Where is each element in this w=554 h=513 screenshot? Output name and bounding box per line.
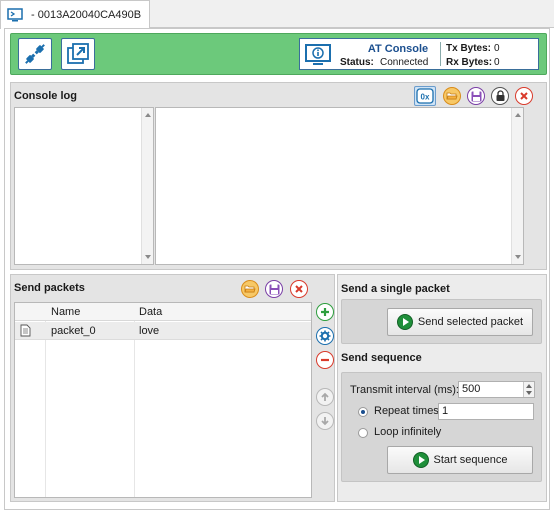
send-selected-packet-label: Send selected packet <box>417 316 524 328</box>
status-label: Status: <box>340 57 374 68</box>
send-sequence-box: Transmit interval (ms): 500 Repeat times… <box>341 372 542 482</box>
close-icon <box>520 92 528 100</box>
detach-window-icon <box>67 43 89 64</box>
packets-table[interactable]: Name Data packet_0 love <box>14 302 312 498</box>
transmit-interval-input[interactable]: 500 <box>458 381 535 398</box>
spin-up-icon <box>526 384 532 388</box>
scroll-down-arrow[interactable] <box>515 255 521 259</box>
load-log-button[interactable] <box>443 87 461 105</box>
ascii-pane-scrollbar[interactable] <box>141 108 153 264</box>
repeat-times-value: 1 <box>442 405 449 417</box>
table-row[interactable]: packet_0 love <box>15 322 311 340</box>
packet-data-cell: love <box>139 325 160 337</box>
single-packet-title: Send a single packet <box>341 283 450 295</box>
console-log-ascii-pane[interactable] <box>14 107 154 265</box>
loop-infinitely-label: Loop infinitely <box>374 426 442 438</box>
tab-bar: - 0013A20040CA490B <box>0 0 554 29</box>
load-packets-button[interactable] <box>241 280 259 298</box>
rx-bytes-label: Rx Bytes: <box>446 57 493 68</box>
interval-spinner[interactable] <box>523 382 534 397</box>
hex-pane-scrollbar[interactable] <box>511 108 523 264</box>
scroll-up-arrow[interactable] <box>145 113 151 117</box>
close-icon <box>295 285 303 293</box>
plug-icon <box>25 44 45 64</box>
save-icon <box>269 284 279 294</box>
console-name: AT Console <box>367 43 429 55</box>
tab-console[interactable]: - 0013A20040CA490B <box>0 0 150 29</box>
status-value: Connected <box>380 57 429 68</box>
remove-packet-button[interactable] <box>316 351 334 369</box>
lock-log-button[interactable] <box>491 87 509 105</box>
packets-table-header: Name Data <box>15 303 311 321</box>
add-packet-button[interactable] <box>316 303 334 321</box>
repeat-times-radio[interactable] <box>358 407 368 417</box>
connection-status-box: AT Console Status: Connected Tx Bytes: 0… <box>299 38 539 70</box>
single-packet-box: Send selected packet <box>341 299 542 344</box>
scroll-up-arrow[interactable] <box>515 113 521 117</box>
rx-bytes-value: 0 <box>494 57 500 68</box>
save-icon <box>471 91 481 101</box>
edit-packet-button[interactable] <box>316 327 334 345</box>
send-packets-title: Send packets <box>14 282 85 294</box>
gear-icon <box>319 330 331 342</box>
minus-icon <box>321 358 329 362</box>
detach-button[interactable] <box>61 38 95 70</box>
start-sequence-button[interactable]: Start sequence <box>387 446 533 474</box>
hex-icon: 0x <box>416 88 434 104</box>
loop-infinitely-radio[interactable] <box>358 428 368 438</box>
packet-name-cell: packet_0 <box>51 325 96 337</box>
info-monitor-icon <box>305 44 331 65</box>
send-selected-packet-button[interactable]: Send selected packet <box>387 308 533 336</box>
column-header-data[interactable]: Data <box>139 306 162 318</box>
tx-bytes-value: 0 <box>494 43 500 54</box>
move-up-button[interactable] <box>316 388 334 406</box>
plus-icon <box>321 308 329 316</box>
repeat-times-label: Repeat times <box>374 405 439 417</box>
tx-bytes-label: Tx Bytes: <box>446 43 492 54</box>
folder-open-icon <box>244 285 256 293</box>
status-divider <box>440 42 441 66</box>
svg-text:0x: 0x <box>421 93 430 102</box>
hex-toggle-button[interactable]: 0x <box>414 86 436 106</box>
play-icon <box>396 314 413 330</box>
save-packets-button[interactable] <box>265 280 283 298</box>
repeat-times-input[interactable]: 1 <box>438 403 534 420</box>
arrow-down-icon <box>321 417 329 426</box>
send-sequence-title: Send sequence <box>341 352 422 364</box>
move-down-button[interactable] <box>316 412 334 430</box>
connect-button[interactable] <box>18 38 52 70</box>
lock-icon <box>496 90 504 101</box>
console-tab-icon <box>7 8 23 22</box>
spin-down-icon <box>526 391 532 395</box>
clear-log-button[interactable] <box>515 87 533 105</box>
transmit-interval-value: 500 <box>462 383 481 395</box>
tab-title: - 0013A20040CA490B <box>31 9 142 21</box>
arrow-up-icon <box>321 392 329 401</box>
clear-packets-button[interactable] <box>290 280 308 298</box>
console-toolbar: AT Console Status: Connected Tx Bytes: 0… <box>10 33 547 75</box>
console-log-hex-pane[interactable] <box>155 107 524 265</box>
transmit-interval-label: Transmit interval (ms): <box>350 384 459 396</box>
packet-document-icon <box>20 324 31 337</box>
save-log-button[interactable] <box>467 87 485 105</box>
start-sequence-label: Start sequence <box>433 454 508 466</box>
folder-open-icon <box>446 92 458 100</box>
play-icon <box>412 452 429 468</box>
column-header-name[interactable]: Name <box>51 306 80 318</box>
console-log-title: Console log <box>14 90 77 102</box>
scroll-down-arrow[interactable] <box>145 255 151 259</box>
